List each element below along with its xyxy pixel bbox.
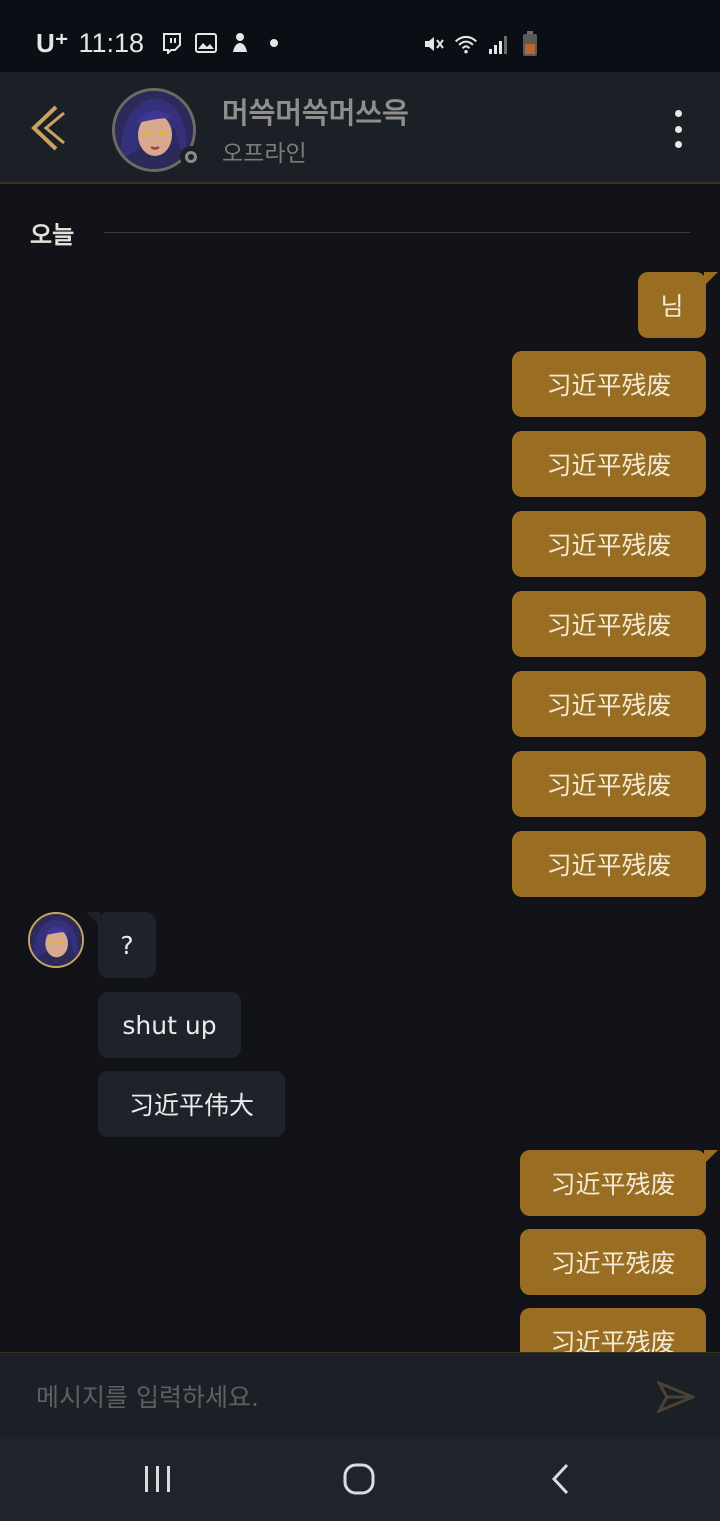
message-text: 习近平残废	[546, 451, 672, 480]
message-bubble-incoming[interactable]: shut up	[98, 992, 241, 1058]
signal-icon	[486, 32, 510, 56]
mute-icon	[422, 32, 446, 56]
twitch-icon	[160, 31, 184, 55]
system-navigation-bar	[0, 1438, 720, 1521]
message-bubble-outgoing[interactable]: 习近平残废	[512, 431, 706, 497]
message-text: shut up	[122, 1010, 217, 1040]
friend-name: 머쓱머쓱머쓰윽	[222, 96, 409, 130]
date-label: 오늘	[30, 220, 75, 249]
message-text: 习近平伟大	[128, 1091, 254, 1120]
gallery-icon	[194, 31, 218, 55]
send-icon	[657, 1380, 695, 1414]
message-bubble-outgoing[interactable]: 习近平残废	[520, 1150, 718, 1216]
message-text: 习近平残废	[550, 1170, 676, 1199]
back-nav-button[interactable]	[531, 1456, 591, 1502]
status-right	[422, 30, 542, 58]
sender-avatar[interactable]	[28, 912, 84, 968]
notification-icon	[228, 31, 252, 55]
wifi-icon	[454, 32, 478, 56]
battery-icon	[518, 31, 542, 56]
chat-header: 머쓱머쓱머쓰윽 오프라인	[0, 72, 720, 184]
message-bubble-outgoing[interactable]: 习近平残废	[520, 1308, 706, 1352]
recent-apps-button[interactable]	[128, 1456, 188, 1502]
message-text: 习近平残废	[546, 531, 672, 560]
message-text: 习近平残废	[546, 851, 672, 880]
message-bubble-outgoing[interactable]: 习近平残废	[512, 831, 706, 897]
clock: 11:18	[78, 27, 145, 58]
divider-line	[104, 231, 690, 233]
carrier-label: U⁺	[36, 27, 69, 58]
message-bubble-outgoing[interactable]: 习近平残废	[512, 751, 706, 817]
message-bubble-outgoing[interactable]: 习近平残废	[512, 591, 706, 657]
message-bubble-outgoing[interactable]: 习近平残废	[512, 671, 706, 737]
message-input[interactable]	[36, 1377, 616, 1417]
home-button[interactable]	[329, 1456, 389, 1502]
message-bubble-outgoing[interactable]: 习近平残废	[520, 1229, 706, 1295]
message-text: 习近平残废	[550, 1328, 676, 1352]
message-text: 习近平残废	[546, 691, 672, 720]
more-vertical-icon	[674, 110, 682, 117]
dot-icon	[262, 31, 286, 55]
back-button[interactable]	[22, 100, 74, 156]
back-arrow-icon	[551, 1463, 569, 1495]
message-text: 习近平残废	[546, 611, 672, 640]
message-text: 习近平残废	[546, 771, 672, 800]
message-text: 习近平残废	[550, 1249, 676, 1278]
message-text: 님	[660, 292, 684, 321]
status-bar: U⁺ 11:18	[0, 0, 720, 72]
message-bubble-outgoing[interactable]: 习近平残废	[512, 511, 706, 577]
presence-indicator	[180, 146, 202, 168]
more-options-button[interactable]	[666, 110, 690, 148]
message-bubble-outgoing[interactable]: 习近平残废	[512, 351, 706, 417]
date-divider: 오늘	[30, 216, 690, 249]
message-text: ?	[120, 930, 134, 960]
send-button[interactable]	[656, 1377, 696, 1417]
message-bubble-incoming[interactable]: ?	[86, 912, 156, 978]
message-composer	[0, 1352, 720, 1438]
message-bubble-outgoing[interactable]: 님	[638, 272, 718, 338]
friend-presence: 오프라인	[222, 141, 307, 167]
message-list[interactable]: 오늘 님 习近平残废 习近平残废 习近平残废 习近平残废 习近平残废 习近平残废…	[0, 186, 720, 1352]
recent-apps-icon	[145, 1466, 170, 1492]
friend-avatar[interactable]	[112, 88, 202, 172]
chevron-left-icon	[31, 105, 65, 151]
status-left: U⁺ 11:18	[36, 26, 286, 60]
message-bubble-incoming[interactable]: 习近平伟大	[98, 1071, 285, 1137]
home-icon	[343, 1463, 375, 1495]
message-text: 习近平残废	[546, 371, 672, 400]
